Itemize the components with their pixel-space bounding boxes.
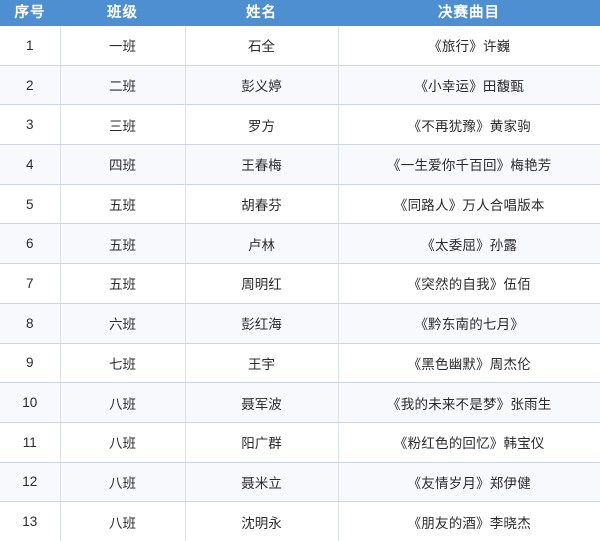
- cell-name: 聂米立: [185, 462, 339, 503]
- cell-name: 聂军波: [185, 382, 339, 423]
- cell-class: 六班: [60, 303, 186, 344]
- cell-index: 2: [0, 65, 61, 106]
- column-header-class: 班级: [60, 0, 185, 26]
- table-header-row: 序号 班级 姓名 决赛曲目: [0, 0, 600, 26]
- cell-song: 《我的未来不是梦》张雨生: [338, 382, 600, 423]
- table-row: 10 八班 聂军波 《我的未来不是梦》张雨生: [0, 382, 600, 423]
- cell-name: 石全: [185, 26, 339, 66]
- cell-index: 8: [0, 303, 61, 344]
- cell-name: 胡春芬: [185, 184, 339, 225]
- cell-index: 1: [0, 26, 61, 66]
- table-row: 7 五班 周明红 《突然的自我》伍佰: [0, 263, 600, 304]
- cell-name: 阳广群: [185, 422, 339, 463]
- cell-song: 《朋友的酒》李晓杰: [338, 501, 600, 541]
- cell-class: 一班: [60, 26, 186, 66]
- cell-name: 彭红海: [185, 303, 339, 344]
- cell-class: 三班: [60, 104, 186, 146]
- cell-song: 《粉红色的回忆》韩宝仪: [338, 422, 600, 463]
- cell-index: 3: [0, 104, 61, 146]
- cell-class: 四班: [60, 144, 186, 185]
- cell-song: 《一生爱你千百回》梅艳芳: [338, 144, 600, 185]
- cell-index: 11: [0, 422, 61, 463]
- cell-song: 《小幸运》田馥甄: [338, 65, 600, 106]
- table-row: 13 八班 沈明永 《朋友的酒》李晓杰: [0, 501, 600, 541]
- cell-index: 4: [0, 144, 61, 185]
- cell-index: 13: [0, 501, 61, 541]
- cell-song: 《黔东南的七月》: [338, 303, 600, 344]
- table-row: 4 四班 王春梅 《一生爱你千百回》梅艳芳: [0, 144, 600, 185]
- column-header-index: 序号: [0, 0, 60, 26]
- cell-class: 七班: [60, 343, 186, 384]
- cell-song: 《黑色幽默》周杰伦: [338, 343, 600, 384]
- cell-index: 10: [0, 382, 61, 423]
- table-header: 序号 班级 姓名 决赛曲目: [0, 0, 600, 26]
- cell-name: 王春梅: [185, 144, 339, 185]
- column-header-song: 决赛曲目: [338, 0, 600, 26]
- cell-class: 八班: [60, 501, 186, 541]
- table-row: 2 二班 彭义婷 《小幸运》田馥甄: [0, 65, 600, 106]
- cell-class: 五班: [60, 223, 186, 265]
- table-body: 1 一班 石全 《旅行》许巍 2 二班 彭义婷 《小幸运》田馥甄 3 三班 罗方 《不再犹豫》黄家驹 4…: [0, 26, 600, 541]
- cell-index: 9: [0, 343, 61, 384]
- cell-class: 八班: [60, 462, 186, 503]
- cell-name: 王宇: [185, 343, 339, 384]
- cell-class: 二班: [60, 65, 186, 106]
- cell-song: 《旅行》许巍: [338, 26, 600, 66]
- cell-index: 12: [0, 462, 61, 503]
- cell-class: 五班: [60, 263, 186, 304]
- cell-name: 周明红: [185, 263, 339, 304]
- cell-name: 沈明永: [185, 501, 339, 541]
- cell-song: 《太委屈》孙露: [338, 223, 600, 265]
- table-row: 11 八班 阳广群 《粉红色的回忆》韩宝仪: [0, 422, 600, 463]
- column-header-name: 姓名: [185, 0, 338, 26]
- table-row: 12 八班 聂米立 《友情岁月》郑伊健: [0, 462, 600, 503]
- cell-song: 《同路人》万人合唱版本: [338, 184, 600, 225]
- table-row: 1 一班 石全 《旅行》许巍: [0, 26, 600, 66]
- cell-song: 《突然的自我》伍佰: [338, 263, 600, 304]
- cell-song: 《不再犹豫》黄家驹: [338, 104, 600, 146]
- table-row: 9 七班 王宇 《黑色幽默》周杰伦: [0, 343, 600, 384]
- table-row: 6 五班 卢林 《太委屈》孙露: [0, 223, 600, 265]
- cell-name: 卢林: [185, 223, 339, 265]
- cell-name: 彭义婷: [185, 65, 339, 106]
- cell-class: 八班: [60, 382, 186, 423]
- cell-class: 八班: [60, 422, 186, 463]
- table-row: 3 三班 罗方 《不再犹豫》黄家驹: [0, 104, 600, 146]
- table-row: 8 六班 彭红海 《黔东南的七月》: [0, 303, 600, 344]
- cell-song: 《友情岁月》郑伊健: [338, 462, 600, 503]
- cell-index: 5: [0, 184, 61, 225]
- cell-index: 7: [0, 263, 61, 304]
- cell-class: 五班: [60, 184, 186, 225]
- table-row: 5 五班 胡春芬 《同路人》万人合唱版本: [0, 184, 600, 225]
- cell-index: 6: [0, 223, 61, 265]
- cell-name: 罗方: [185, 104, 339, 146]
- finals-program-table: 序号 班级 姓名 决赛曲目 1 一班 石全 《旅行》许巍 2 二班 彭义婷 《小幸运》田馥甄 3…: [0, 0, 600, 541]
